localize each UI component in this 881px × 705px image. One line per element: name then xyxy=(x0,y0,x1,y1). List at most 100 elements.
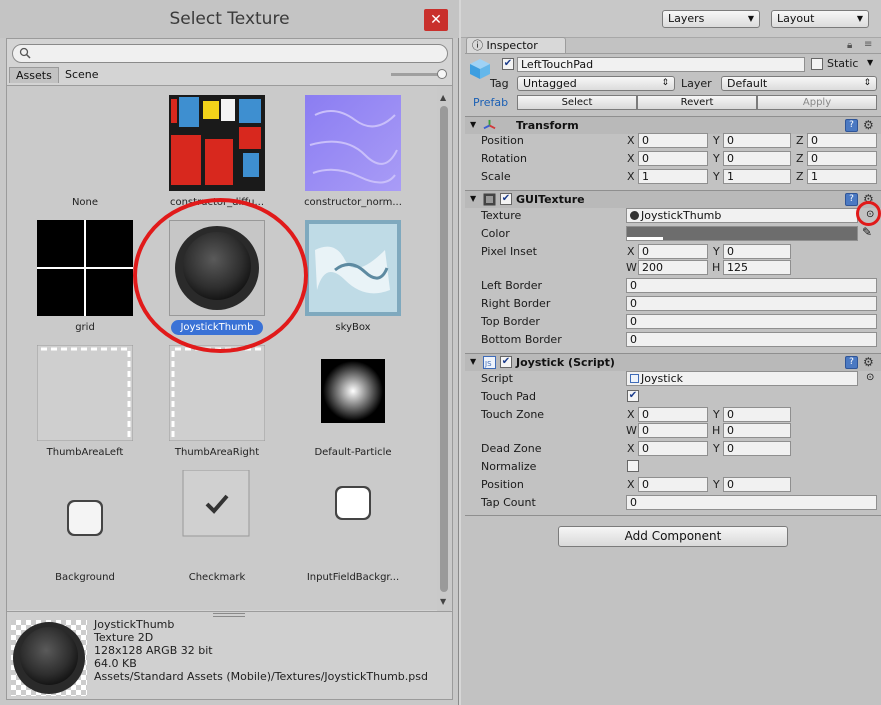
tag-dropdown[interactable]: Untagged ⇕ xyxy=(517,76,675,91)
help-icon[interactable]: ? xyxy=(845,119,858,132)
thumbarearight-thumbnail xyxy=(169,345,265,441)
scale-x-field[interactable]: 1 xyxy=(638,169,708,184)
rotation-y-field[interactable]: 0 xyxy=(723,151,791,166)
z-axis-label: Z xyxy=(796,170,804,183)
texture-field[interactable]: JoystickThumb xyxy=(626,208,858,223)
scroll-down-arrow-icon[interactable]: ▼ xyxy=(440,597,446,606)
tile-label: constructor_norm... xyxy=(304,197,402,208)
rotation-x-field[interactable]: 0 xyxy=(638,151,708,166)
top-border-field[interactable]: 0 xyxy=(626,314,877,329)
inset-h-field[interactable]: 125 xyxy=(723,260,791,275)
joystick-position-y-field[interactable]: 0 xyxy=(723,477,791,492)
position-x-field[interactable]: 0 xyxy=(638,133,708,148)
search-input[interactable] xyxy=(35,46,435,61)
gear-icon[interactable]: ⚙ xyxy=(863,355,874,369)
normalize-checkbox[interactable] xyxy=(627,460,639,472)
tab-assets[interactable]: Assets xyxy=(9,67,59,83)
tile-label: Background xyxy=(55,572,115,583)
touch-zone-x-field[interactable]: 0 xyxy=(638,407,708,422)
add-component-button[interactable]: Add Component xyxy=(558,526,788,547)
preview-type: Texture 2D xyxy=(94,631,154,644)
transform-title: Transform xyxy=(516,119,579,132)
scale-z-field[interactable]: 1 xyxy=(807,169,877,184)
foldout-arrow-icon[interactable]: ▼ xyxy=(470,357,476,366)
lock-icon[interactable]: 🔒︎ xyxy=(847,40,852,51)
right-border-field[interactable]: 0 xyxy=(626,296,877,311)
static-dropdown-arrow-icon[interactable]: ▼ xyxy=(867,58,873,67)
inset-x-field[interactable]: 0 xyxy=(638,244,708,259)
guitexture-header[interactable]: ▼ ✔ GUITexture ? ⚙ xyxy=(465,190,881,208)
dead-zone-y-field[interactable]: 0 xyxy=(723,441,791,456)
guitexture-title: GUITexture xyxy=(516,193,585,206)
joystick-enabled-checkbox[interactable]: ✔ xyxy=(500,356,512,368)
touch-pad-checkbox[interactable]: ✔ xyxy=(627,390,639,402)
position-y-field[interactable]: 0 xyxy=(723,133,791,148)
inspector-window: Layers ▼ Layout ▼ ⓘ Inspector 🔒︎ ≡ ✔ LeftT… xyxy=(461,0,881,705)
prefab-label: Prefab xyxy=(473,96,509,109)
picker-body: Assets Scene None constructor_diffu... c… xyxy=(6,38,453,700)
script-field[interactable]: Joystick xyxy=(626,371,858,386)
tag-label: Tag xyxy=(490,77,509,90)
tile-label: ThumbAreaRight xyxy=(174,447,260,458)
prefab-select-button[interactable]: Select xyxy=(517,95,637,110)
x-axis-label: X xyxy=(627,134,635,147)
scroll-up-arrow-icon[interactable]: ▲ xyxy=(440,93,446,102)
help-icon[interactable]: ? xyxy=(845,193,858,206)
prefab-revert-button[interactable]: Revert xyxy=(637,95,757,110)
select-texture-window: Select Texture ✕ Assets Scene None const… xyxy=(0,0,459,705)
transform-header[interactable]: ▼ Transform ? ⚙ xyxy=(465,116,881,134)
active-checkbox[interactable]: ✔ xyxy=(502,58,514,70)
preview-size: 64.0 KB xyxy=(94,657,137,670)
tap-count-field[interactable]: 0 xyxy=(626,495,877,510)
x-axis-label: X xyxy=(627,408,635,421)
object-picker-icon[interactable]: ⊙ xyxy=(866,372,874,383)
static-checkbox[interactable] xyxy=(811,58,823,70)
rotation-label: Rotation xyxy=(481,152,528,165)
guitexture-enabled-checkbox[interactable]: ✔ xyxy=(500,193,512,205)
preview-thumbnail xyxy=(11,620,87,696)
touch-zone-y-field[interactable]: 0 xyxy=(723,407,791,422)
close-button[interactable]: ✕ xyxy=(424,9,448,31)
left-border-field[interactable]: 0 xyxy=(626,278,877,293)
layout-label: Layout xyxy=(777,12,815,25)
script-label: Script xyxy=(481,372,513,385)
inset-y-field[interactable]: 0 xyxy=(723,244,791,259)
gear-icon[interactable]: ⚙ xyxy=(863,118,874,132)
position-z-field[interactable]: 0 xyxy=(807,133,877,148)
layout-dropdown[interactable]: Layout ▼ xyxy=(771,10,869,28)
layers-dropdown[interactable]: Layers ▼ xyxy=(662,10,760,28)
bottom-border-field[interactable]: 0 xyxy=(626,332,877,347)
scale-y-field[interactable]: 1 xyxy=(723,169,791,184)
touch-zone-w-field[interactable]: 0 xyxy=(638,423,708,438)
right-border-label: Right Border xyxy=(481,297,551,310)
joystick-script-header[interactable]: ▼ JS ✔ Joystick (Script) ? ⚙ xyxy=(465,353,881,371)
eyedropper-icon[interactable]: ✎ xyxy=(862,225,872,239)
resize-grip[interactable] xyxy=(213,613,245,617)
inset-w-field[interactable]: 200 xyxy=(638,260,708,275)
search-box[interactable] xyxy=(12,44,448,63)
preview-name: JoystickThumb xyxy=(94,618,175,631)
foldout-arrow-icon[interactable]: ▼ xyxy=(470,194,476,203)
touch-zone-h-field[interactable]: 0 xyxy=(723,423,791,438)
joystick-position-label: Position xyxy=(481,478,524,491)
window-title: Select Texture xyxy=(0,0,459,38)
tab-scene[interactable]: Scene xyxy=(59,67,105,83)
help-icon[interactable]: ? xyxy=(845,356,858,369)
dead-zone-x-field[interactable]: 0 xyxy=(638,441,708,456)
scroll-thumb[interactable] xyxy=(440,106,448,592)
prefab-apply-button[interactable]: Apply xyxy=(757,95,877,110)
joystick-position-x-field[interactable]: 0 xyxy=(638,477,708,492)
slider-handle[interactable] xyxy=(437,69,447,79)
layer-dropdown[interactable]: Default ⇕ xyxy=(721,76,877,91)
foldout-arrow-icon[interactable]: ▼ xyxy=(470,120,476,129)
menu-icon[interactable]: ≡ xyxy=(864,39,872,50)
color-label: Color xyxy=(481,227,510,240)
inspector-content: ✔ LeftTouchPad Static ▼ Tag Untagged ⇕ La… xyxy=(465,53,881,705)
rotation-z-field[interactable]: 0 xyxy=(807,151,877,166)
preview-panel: JoystickThumb Texture 2D 128x128 ARGB 32… xyxy=(7,611,452,699)
tab-inspector[interactable]: ⓘ Inspector xyxy=(466,37,566,54)
color-swatch[interactable] xyxy=(626,226,858,241)
object-name-field[interactable]: LeftTouchPad xyxy=(517,57,805,72)
y-axis-label: Y xyxy=(713,478,720,491)
x-axis-label: X xyxy=(627,478,635,491)
